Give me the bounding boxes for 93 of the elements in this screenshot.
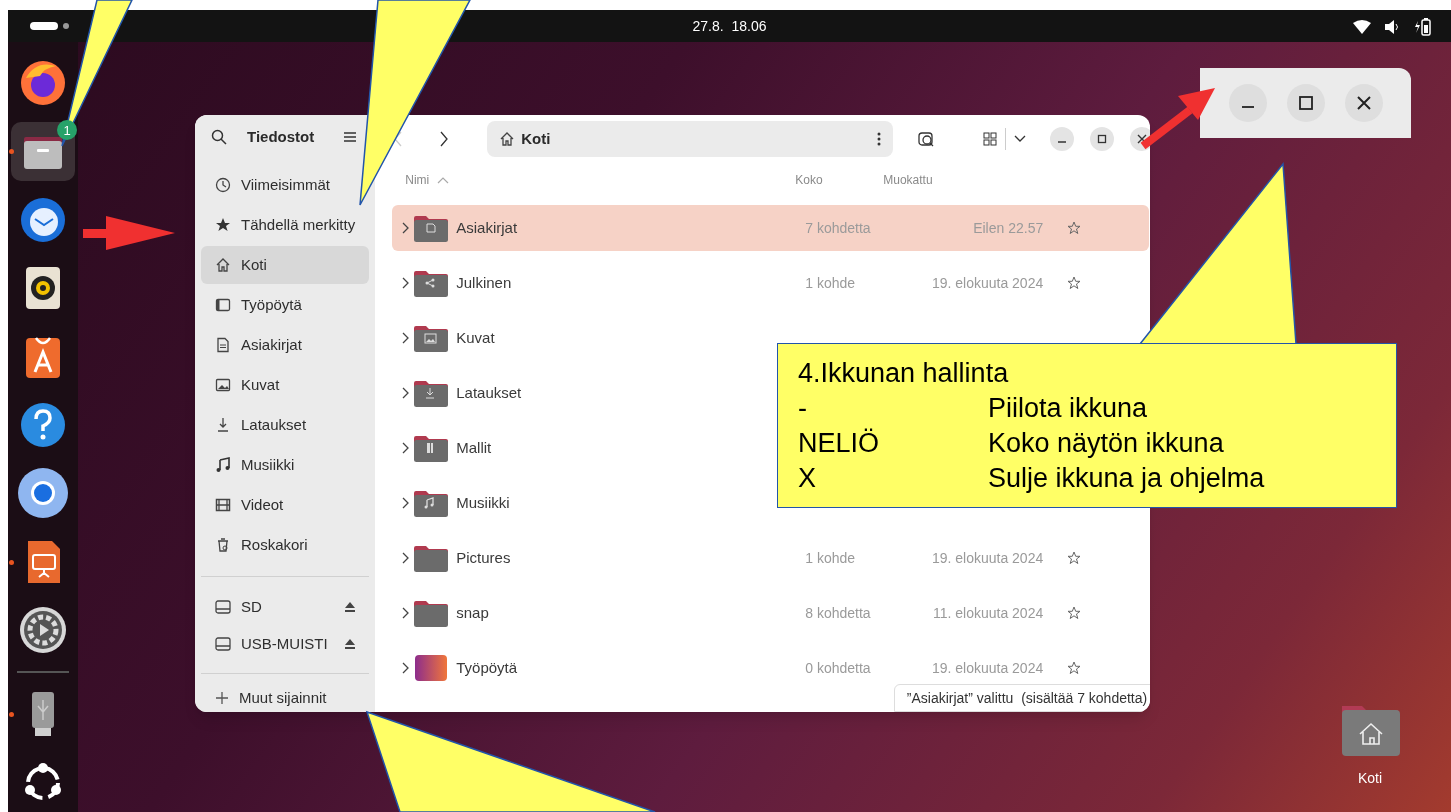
file-row[interactable]: Asiakirjat 7 kohdetta Eilen 22.57 (392, 205, 1150, 251)
callout-text: Sulje ikkuna ja ohjelma (988, 462, 1265, 495)
expand-icon (402, 222, 411, 234)
drive-icon (215, 635, 231, 652)
file-size: 0 kohdetta (805, 660, 871, 676)
file-size: 1 kohde (805, 550, 856, 566)
maximize-button[interactable] (1090, 127, 1115, 151)
file-size: 8 kohdetta (805, 605, 871, 621)
modified-date: 19. elokuuta 2024 (931, 550, 1044, 566)
sidebar-item[interactable]: Muut sijainnit (201, 684, 370, 712)
volume-icon (1385, 20, 1401, 34)
battery-icon (1415, 18, 1431, 36)
sidebar-item[interactable]: Kuvat (201, 366, 370, 405)
sidebar-item[interactable]: Lataukset (201, 406, 370, 445)
expand-icon (402, 277, 411, 289)
back-icon (393, 131, 404, 147)
column-header[interactable]: Nimi (405, 171, 430, 189)
sidebar-item[interactable]: Videot (201, 486, 370, 525)
expand-icon (402, 387, 411, 399)
search-icon (211, 129, 227, 146)
drive-icon (215, 598, 231, 615)
sidebar-item[interactable]: SD (201, 589, 370, 625)
star-icon (1067, 661, 1082, 675)
callout-key: X (798, 461, 988, 496)
file-row[interactable]: Pictures 1 kohde 19. elokuuta 2024 (392, 535, 1150, 581)
panel-icon (215, 297, 231, 314)
notification-badge: 1 (57, 120, 77, 141)
film-icon (215, 497, 231, 514)
expand-icon (402, 497, 411, 509)
file-row[interactable]: snap 8 kohdetta 11. elokuuta 2024 (392, 590, 1150, 636)
image-icon (215, 377, 231, 394)
minimize-icon (1241, 106, 1254, 108)
star-icon (1067, 551, 1082, 565)
sidebar-item[interactable]: Työpöytä (201, 286, 370, 325)
desktop-icon-label: Koti (1357, 769, 1383, 788)
file-size: 1 kohde (805, 275, 856, 291)
column-header[interactable]: Koko (795, 173, 823, 187)
more-icon (877, 132, 882, 146)
status-bar: ”Asiakirjat” valittu (sisältää 7 kohdetta) (893, 684, 1150, 712)
menu-icon (344, 131, 357, 144)
sidebar-item[interactable]: Asiakirjat (201, 326, 370, 365)
download-icon (215, 417, 231, 434)
expand-icon (402, 662, 411, 674)
callout-key: - (798, 391, 988, 426)
music-note-icon (215, 457, 231, 474)
grid-view-icon (983, 132, 998, 146)
sidebar-item[interactable]: Roskakori (201, 526, 370, 565)
callout-key: NELIÖ (798, 426, 988, 461)
sidebar-item[interactable]: USB-MUISTI (201, 626, 370, 662)
sidebar-item[interactable]: Musiikki (201, 446, 370, 485)
close-button[interactable] (1344, 84, 1383, 122)
modified-date: 19. elokuuta 2024 (931, 275, 1044, 291)
callout-text: Koko näytön ikkuna (988, 427, 1224, 460)
modified-date: Eilen 22.57 (973, 220, 1044, 236)
clock-icon (215, 177, 231, 194)
maximize-button[interactable] (1286, 84, 1325, 122)
expand-icon (402, 442, 411, 454)
file-row[interactable]: Julkinen 1 kohde 19. elokuuta 2024 (392, 260, 1150, 306)
eject-icon (345, 638, 356, 649)
star-icon (1067, 276, 1082, 290)
callout-title: 4.Ikkunan hallinta (798, 357, 1010, 390)
expand-icon (402, 552, 411, 564)
clock: 27.8. 18.06 (692, 16, 767, 36)
forward-icon (439, 131, 450, 147)
eject-icon (345, 601, 356, 612)
sort-ascending-icon (437, 176, 450, 184)
column-header[interactable]: Muokattu (883, 173, 933, 187)
path-bar[interactable]: Koti (487, 121, 894, 157)
modified-date: 19. elokuuta 2024 (931, 660, 1044, 676)
gear-icon (18, 605, 68, 656)
browser-icon (18, 468, 68, 519)
sidebar-item[interactable]: Tähdellä merkitty (201, 206, 370, 245)
sidebar-item[interactable]: Koti (201, 246, 370, 285)
minimize-icon (1058, 141, 1067, 143)
search-folder-icon (917, 130, 936, 148)
home-icon (215, 257, 231, 274)
star-icon (1067, 221, 1082, 235)
home-icon (499, 131, 516, 147)
app-title: Tiedostot (247, 126, 315, 147)
modified-date: 11. elokuuta 2024 (932, 605, 1044, 621)
callout-text: Piilota ikkuna (988, 392, 1148, 425)
document-icon (215, 337, 231, 354)
chevron-down-icon (1014, 135, 1027, 143)
workspace-indicator-icon (30, 21, 70, 31)
expand-icon (402, 332, 411, 344)
minimize-button[interactable] (1050, 127, 1075, 151)
expand-icon (402, 607, 411, 619)
wifi-icon (1353, 20, 1371, 34)
trash-icon (215, 537, 231, 554)
plus-icon (215, 691, 229, 706)
gradient-folder-icon (414, 652, 449, 684)
star-icon (1067, 606, 1082, 620)
file-size: 7 kohdetta (805, 220, 871, 236)
